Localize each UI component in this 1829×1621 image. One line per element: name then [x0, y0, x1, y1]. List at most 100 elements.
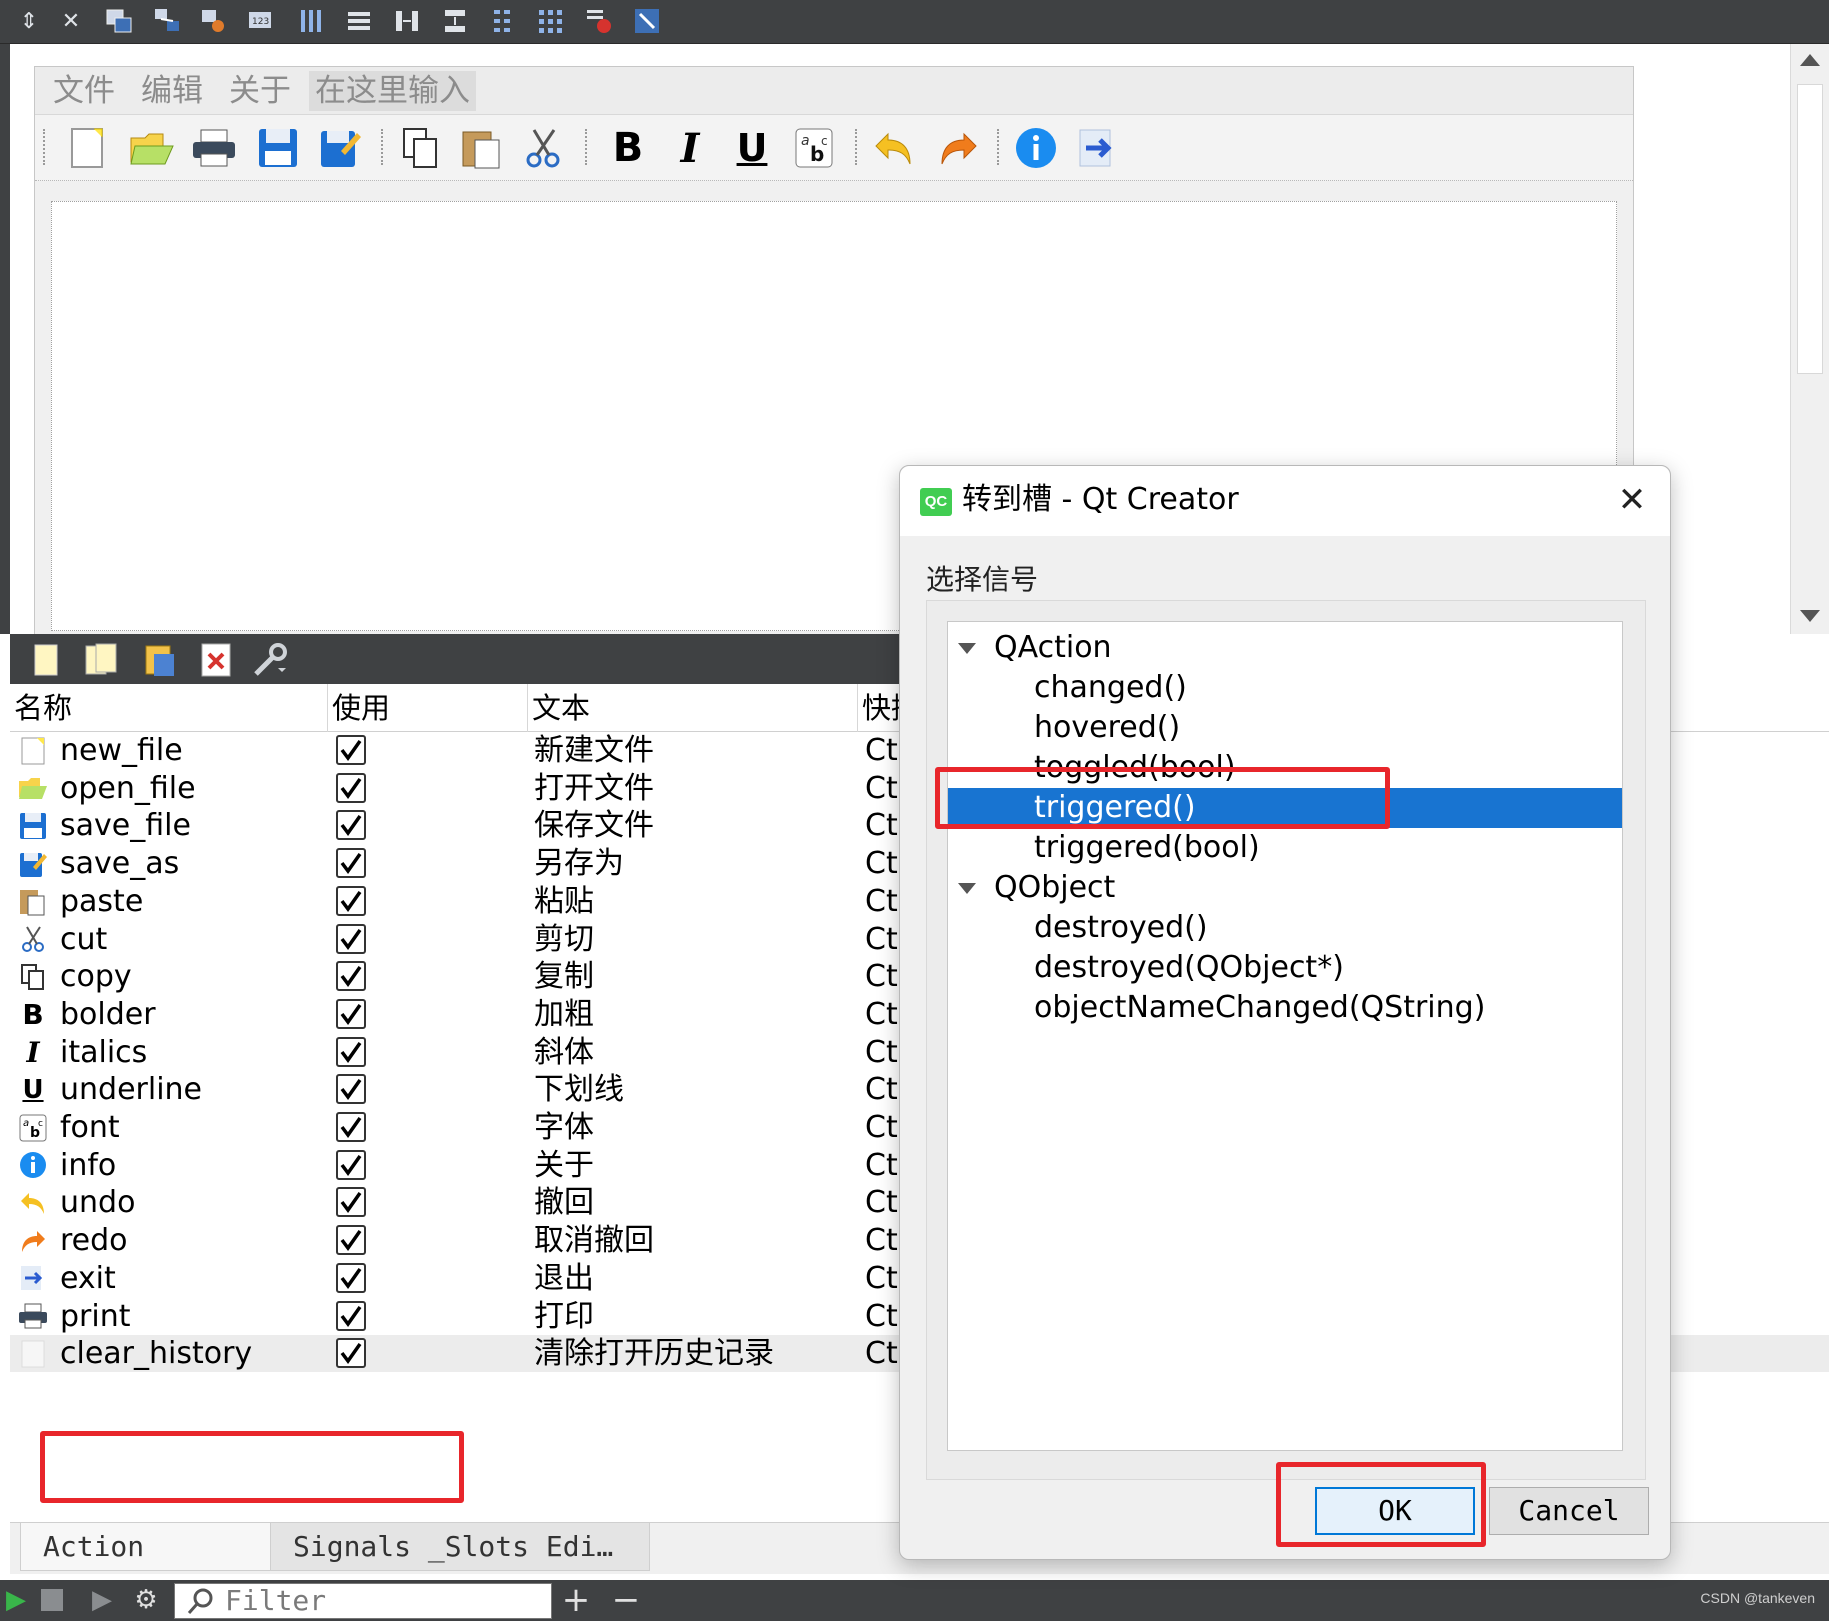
used-checkbox[interactable] — [336, 998, 366, 1029]
exit-arrow-icon — [16, 1260, 50, 1297]
layout-form-icon[interactable] — [488, 6, 518, 36]
action-name: exit — [60, 1260, 116, 1296]
tab-order-icon[interactable]: 123 — [246, 6, 276, 36]
signal-item[interactable]: destroyed() — [948, 908, 1622, 948]
tab-signals-slots-editor[interactable]: Signals _Slots Edi… — [270, 1523, 650, 1571]
used-checkbox[interactable] — [336, 1112, 366, 1142]
close-icon[interactable]: ✕ — [1612, 480, 1652, 520]
minus-icon[interactable]: − — [610, 1580, 642, 1620]
used-checkbox[interactable] — [336, 1225, 366, 1256]
splitter-horizontal-icon[interactable] — [392, 6, 422, 36]
qt-creator-icon: QC — [920, 488, 952, 516]
undo-icon[interactable] — [871, 125, 917, 171]
signal-item[interactable]: hovered() — [948, 708, 1622, 748]
used-checkbox[interactable] — [336, 772, 366, 803]
scissors-icon[interactable] — [521, 125, 567, 171]
used-checkbox[interactable] — [336, 1149, 366, 1180]
menu-about[interactable]: 关于 — [229, 71, 291, 111]
new-action-icon[interactable] — [26, 640, 66, 680]
paste-action-icon[interactable] — [140, 640, 180, 680]
used-checkbox[interactable] — [336, 1338, 366, 1369]
configure-wrench-icon[interactable] — [250, 640, 290, 680]
vertical-scrollbar[interactable] — [1790, 44, 1829, 634]
svg-text:a: a — [23, 1118, 29, 1129]
expand-triangle-icon[interactable] — [958, 643, 976, 654]
gear-icon[interactable]: ⚙ — [130, 1584, 162, 1616]
cancel-button[interactable]: Cancel — [1489, 1487, 1649, 1535]
action-name: redo — [60, 1223, 128, 1259]
filter-input[interactable]: Filter — [174, 1583, 552, 1619]
scissors-icon — [16, 921, 50, 958]
copy-icon[interactable] — [397, 125, 443, 171]
used-checkbox[interactable] — [336, 1262, 366, 1293]
printer-icon[interactable] — [191, 125, 237, 171]
signal-group-box: QAction changed() hovered() toggled(bool) tr… — [926, 600, 1646, 1480]
toolbar-separator — [381, 129, 385, 165]
scroll-up-icon[interactable] — [1800, 54, 1820, 66]
save-as-icon[interactable] — [317, 125, 363, 171]
close-icon[interactable]: ✕ — [56, 6, 86, 36]
save-icon — [16, 807, 50, 844]
column-header-text[interactable]: 文本 — [528, 684, 858, 732]
new-file-icon[interactable] — [65, 125, 111, 171]
column-header-used[interactable]: 使用 — [328, 684, 528, 732]
debug-run-icon[interactable]: ▶ — [86, 1584, 118, 1616]
used-checkbox[interactable] — [336, 1187, 366, 1218]
used-checkbox[interactable] — [336, 848, 366, 879]
action-text: 下划线 — [534, 1072, 624, 1108]
splitter-vertical-icon[interactable] — [440, 6, 470, 36]
open-folder-icon[interactable] — [129, 125, 175, 171]
italic-icon[interactable]: I — [667, 125, 713, 172]
used-checkbox[interactable] — [336, 1036, 366, 1067]
used-checkbox[interactable] — [336, 1300, 366, 1331]
save-icon[interactable] — [255, 125, 301, 171]
exit-arrow-icon[interactable] — [1075, 125, 1121, 171]
copy-action-icon[interactable] — [82, 640, 122, 680]
bold-icon[interactable]: B — [605, 125, 651, 171]
action-text: 粘贴 — [534, 883, 594, 919]
watermark: CSDN @tankeven — [1700, 1590, 1815, 1606]
used-checkbox[interactable] — [336, 961, 366, 992]
edit-widgets-icon[interactable] — [104, 6, 134, 36]
used-checkbox[interactable] — [336, 885, 366, 916]
redo-icon[interactable] — [935, 125, 981, 171]
break-layout-icon[interactable] — [584, 6, 614, 36]
signal-tree[interactable]: QAction changed() hovered() toggled(bool) tr… — [947, 621, 1623, 1451]
used-checkbox[interactable] — [336, 923, 366, 954]
used-checkbox[interactable] — [336, 735, 366, 765]
plus-icon[interactable]: + — [560, 1580, 592, 1620]
edit-signals-icon[interactable] — [152, 6, 182, 36]
column-header-name[interactable]: 名称 — [10, 684, 328, 732]
used-checkbox[interactable] — [336, 1074, 366, 1105]
tab-action-editor[interactable]: Action Editor — [20, 1523, 280, 1611]
action-name: info — [60, 1147, 117, 1183]
action-name: print — [60, 1298, 131, 1334]
adjust-size-icon[interactable] — [632, 6, 662, 36]
signal-item[interactable]: destroyed(QObject*) — [948, 948, 1622, 988]
font-icon[interactable]: abc — [791, 125, 837, 171]
dialog-title: 转到槽 - Qt Creator — [962, 482, 1239, 517]
sort-arrows-icon[interactable]: ⇕ — [14, 6, 44, 36]
signal-item[interactable]: changed() — [948, 668, 1622, 708]
scroll-down-icon[interactable] — [1800, 610, 1820, 622]
signal-item[interactable]: objectNameChanged(QString) — [948, 988, 1622, 1028]
layout-grid-icon[interactable] — [536, 6, 566, 36]
menu-type-here[interactable]: 在这里输入 — [309, 71, 476, 111]
signal-class-node[interactable]: QObject — [948, 868, 1622, 908]
expand-triangle-icon[interactable] — [958, 883, 976, 894]
run-icon[interactable]: ▶ — [0, 1584, 32, 1616]
paste-icon[interactable] — [459, 125, 505, 171]
layout-vertical-icon[interactable] — [344, 6, 374, 36]
signal-class-node[interactable]: QAction — [948, 628, 1622, 668]
edit-buddies-icon[interactable] — [198, 6, 228, 36]
menu-edit[interactable]: 编辑 — [141, 71, 203, 111]
underline-icon[interactable]: U — [729, 125, 775, 171]
info-icon[interactable] — [1013, 125, 1059, 171]
scroll-thumb[interactable] — [1797, 84, 1823, 374]
stop-icon[interactable] — [36, 1584, 68, 1616]
signal-item[interactable]: triggered(bool) — [948, 828, 1622, 868]
delete-action-icon[interactable] — [196, 640, 236, 680]
used-checkbox[interactable] — [336, 810, 366, 841]
layout-horizontal-icon[interactable] — [296, 6, 326, 36]
menu-file[interactable]: 文件 — [53, 71, 115, 111]
